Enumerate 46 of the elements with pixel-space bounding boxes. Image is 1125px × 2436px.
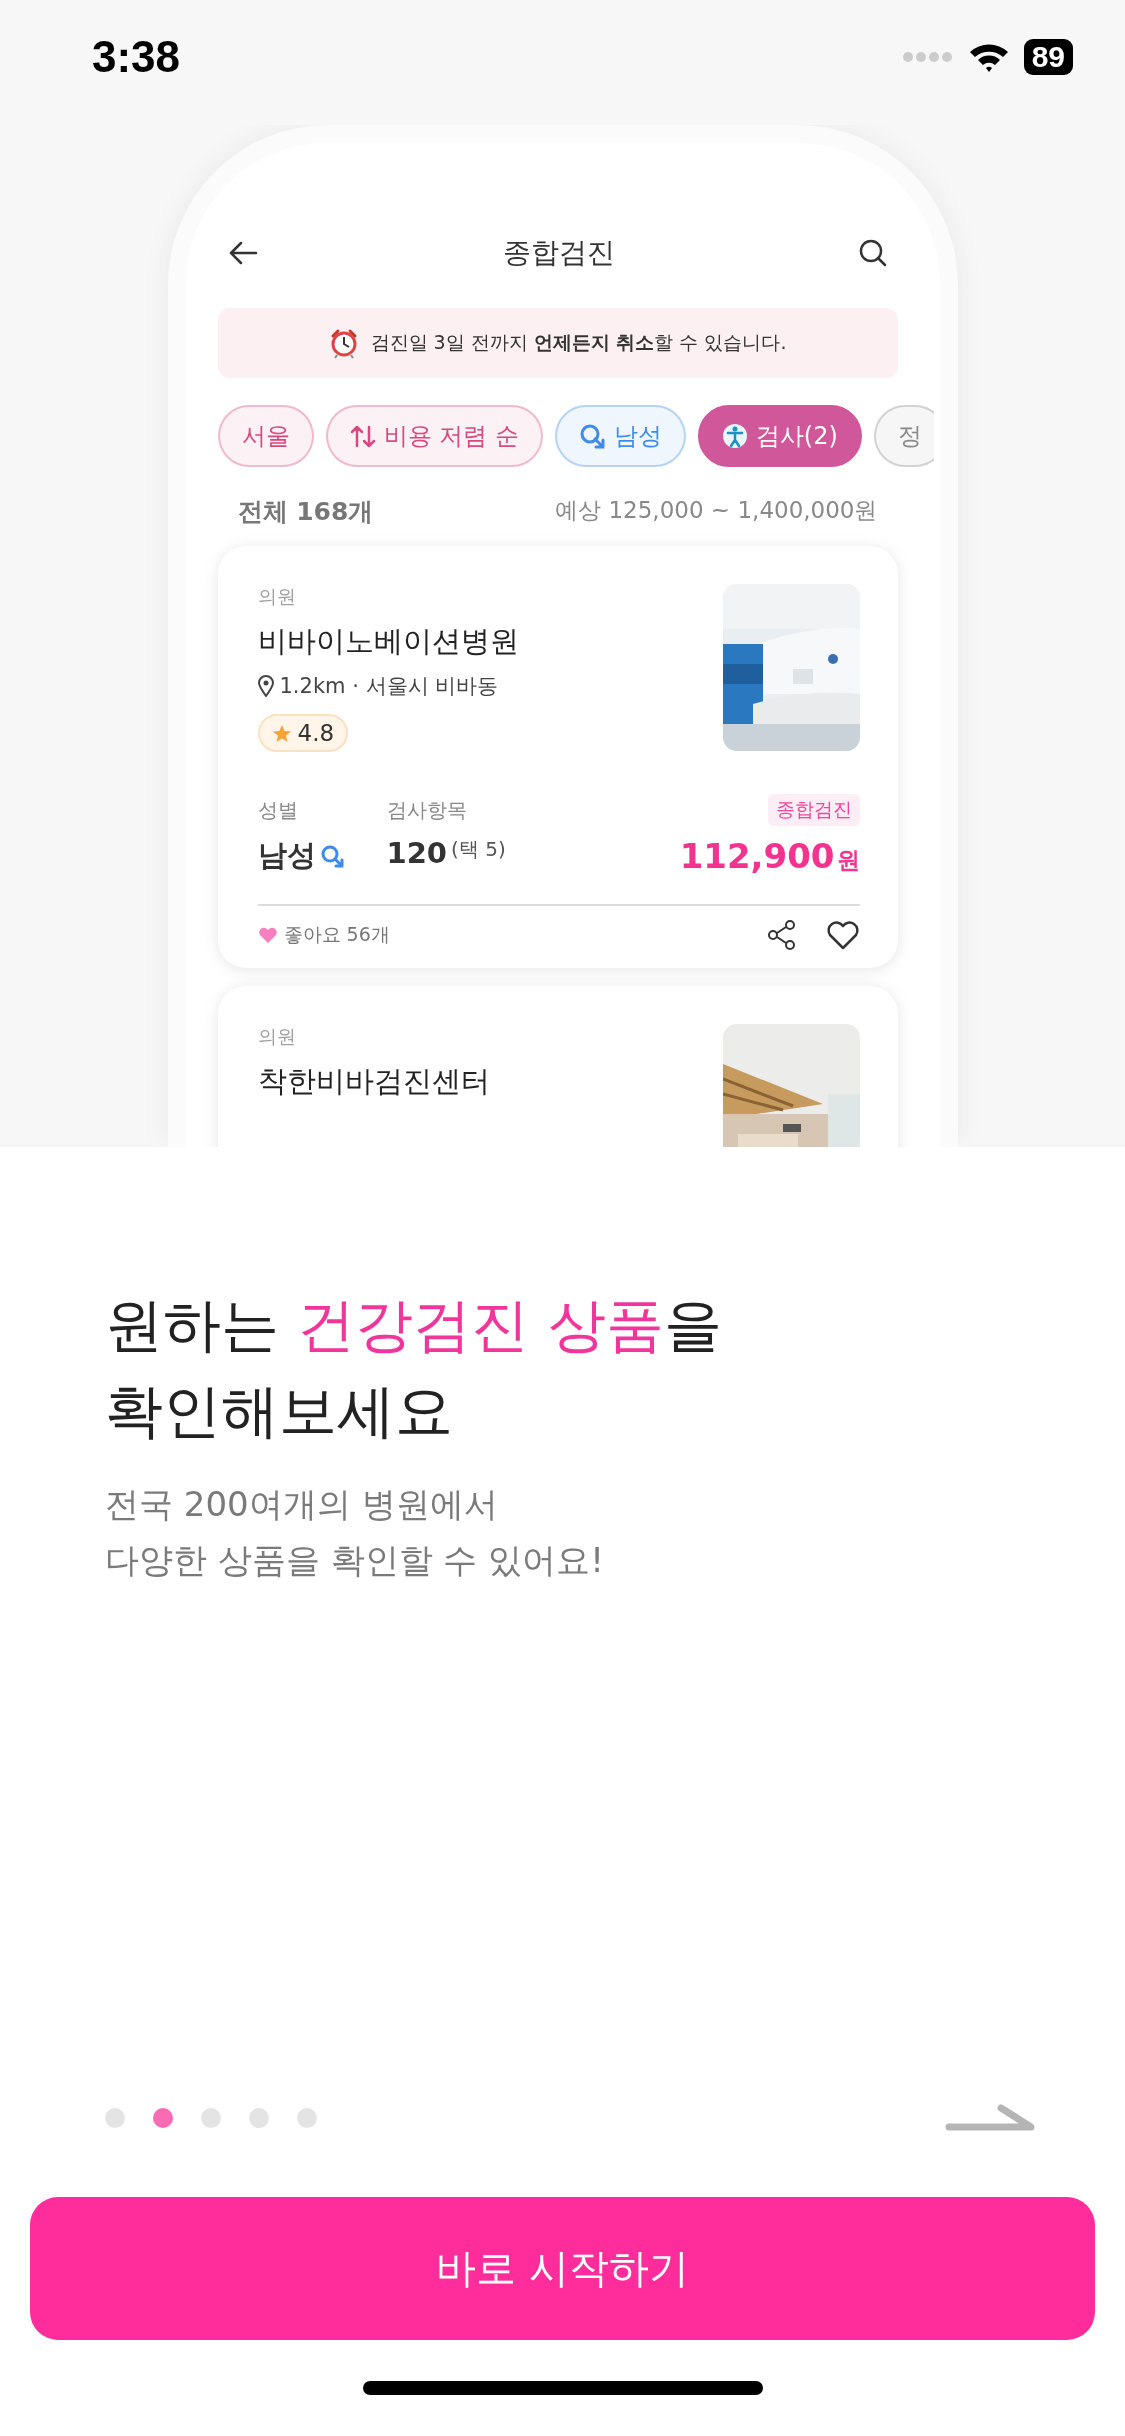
page-dot[interactable] — [153, 2108, 173, 2128]
rating-badge: 4.8 — [257, 714, 349, 752]
hospital-name: 비바이노베이션병원 — [257, 623, 519, 660]
test-items-label: 검사항목 — [386, 797, 468, 824]
sort-arrows-icon — [349, 423, 376, 449]
heart-icon — [257, 926, 278, 944]
status-time: 3:38 — [92, 31, 181, 82]
onboarding-title: 원하는 건강검진 상품을 확인해보세요 — [105, 1290, 723, 1447]
start-button[interactable]: 바로 시작하기 — [30, 2197, 1095, 2340]
location-pin-icon — [257, 675, 274, 697]
filter-chip[interactable]: 정 — [873, 405, 934, 467]
result-count: 전체 168개 — [237, 496, 374, 528]
filter-chip[interactable]: 서울 — [217, 405, 314, 467]
search-icon[interactable] — [857, 238, 888, 268]
notice-text: 검진일 3일 전까지 언제든지 취소할 수 있습니다. — [370, 330, 787, 355]
share-icon[interactable] — [767, 920, 796, 950]
price-range: 예상 125,000 ~ 1,400,000원 — [555, 496, 878, 525]
signal-icon — [901, 49, 954, 64]
heart-outline-icon[interactable] — [825, 920, 860, 950]
hospital-location: 1.2km · 서울시 비바동 — [279, 673, 499, 700]
person-figure-icon — [721, 423, 748, 449]
hospital-name: 착한비바검진센터 — [257, 1063, 490, 1100]
star-icon — [271, 723, 292, 743]
gender-label: 성별 — [257, 797, 299, 824]
test-items-note: (택 5) — [451, 836, 506, 863]
filter-chip[interactable]: 비용 저렴 순 — [325, 405, 543, 467]
page-dot[interactable] — [105, 2108, 125, 2128]
test-items-count: 120 — [386, 836, 448, 870]
battery-indicator: 89 — [1023, 38, 1073, 75]
male-symbol-icon — [319, 843, 345, 869]
onboarding-subtitle: 전국 200여개의 병원에서 다양한 상품을 확인할 수 있어요! — [105, 1483, 605, 1582]
page-dot[interactable] — [201, 2108, 221, 2128]
gender-value: 남성 — [257, 837, 316, 874]
hospital-category: 의원 — [257, 1024, 297, 1049]
filter-chip[interactable]: 검사(2) — [697, 405, 862, 467]
male-symbol-icon — [578, 422, 606, 450]
page-dot[interactable] — [249, 2108, 269, 2128]
like-count: 좋아요 56개 — [283, 922, 390, 947]
filter-chip[interactable]: 남성 — [554, 405, 686, 467]
category-tag: 종합검진 — [767, 794, 860, 826]
currency: 원 — [836, 846, 860, 875]
hospital-card[interactable]: 의원 착한비바검진센터 — [217, 986, 898, 1147]
screen-title: 종합검진 — [502, 235, 615, 271]
hospital-category: 의원 — [257, 584, 297, 609]
price: 112,900 — [679, 836, 835, 876]
page-dot[interactable] — [297, 2108, 317, 2128]
